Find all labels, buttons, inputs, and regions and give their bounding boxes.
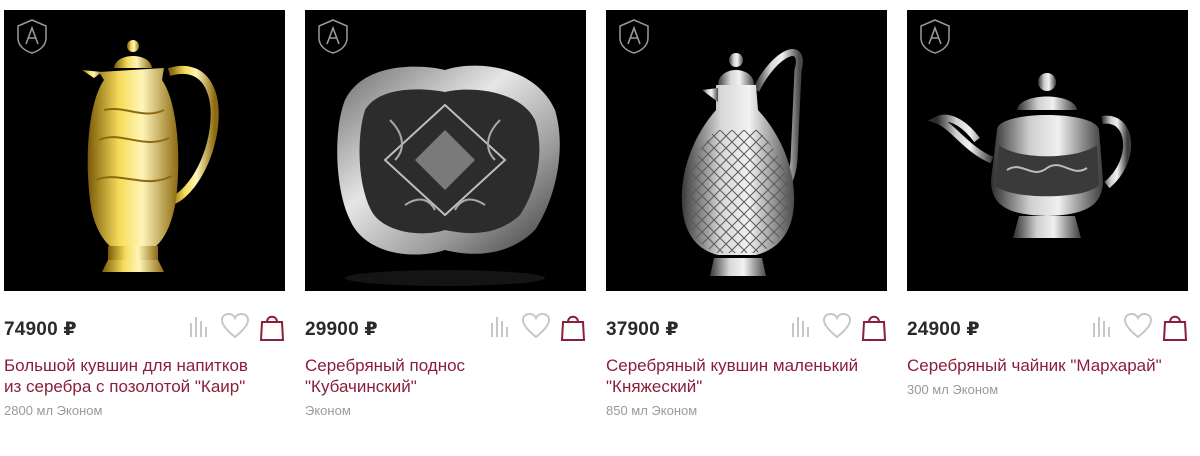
heart-icon[interactable] [521,312,551,339]
product-title-line-1[interactable]: Серебряный кувшин маленький [606,355,887,376]
heart-icon[interactable] [822,312,852,339]
shopping-bag-icon[interactable] [560,313,586,341]
product-image[interactable] [907,10,1188,291]
compare-icon[interactable] [189,313,207,339]
product-title-line-2[interactable]: из серебра с позолотой "Каир" [4,376,285,397]
compare-icon[interactable] [1092,313,1110,339]
product-title-line-1[interactable]: Большой кувшин для напитков [4,355,285,376]
product-subtitle: 850 мл Эконом [606,403,698,418]
product-title[interactable]: Серебряный кувшин маленький "Княжеский" [606,355,887,397]
shopping-bag-icon[interactable] [861,313,887,341]
compare-icon[interactable] [490,313,508,339]
heart-icon[interactable] [220,312,250,339]
brand-logo [318,19,348,54]
product-grid: 74900 ₽ Большой кувшин для напитков из с… [0,0,1200,456]
product-title[interactable]: Серебряный поднос "Кубачинский" [305,355,586,397]
compare-icon[interactable] [791,313,809,339]
product-card: 74900 ₽ Большой кувшин для напитков из с… [4,10,285,418]
shopping-bag-icon[interactable] [1162,313,1188,341]
product-title-line-2[interactable]: "Кубачинский" [305,376,586,397]
product-subtitle: Эконом [305,403,351,418]
brand-logo [920,19,950,54]
product-card: 24900 ₽ Серебряный чайник "Мархарай" 300… [907,10,1188,397]
product-image[interactable] [606,10,887,291]
heart-icon[interactable] [1123,312,1153,339]
product-price: 37900 ₽ [606,319,679,340]
product-card: 29900 ₽ Серебряный поднос "Кубачинский" … [305,10,586,418]
product-card: 37900 ₽ Серебряный кувшин маленький "Кня… [606,10,887,418]
product-title[interactable]: Серебряный чайник "Мархарай" [907,355,1188,376]
brand-logo [17,19,47,54]
product-price: 24900 ₽ [907,319,980,340]
product-image[interactable] [305,10,586,291]
product-price: 74900 ₽ [4,319,77,340]
product-title-line-2[interactable]: "Княжеский" [606,376,887,397]
product-price: 29900 ₽ [305,319,378,340]
product-title-line-1[interactable]: Серебряный поднос [305,355,586,376]
product-subtitle: 2800 мл Эконом [4,403,103,418]
brand-logo [619,19,649,54]
product-title[interactable]: Большой кувшин для напитков из серебра с… [4,355,285,397]
product-subtitle: 300 мл Эконом [907,382,999,397]
shopping-bag-icon[interactable] [259,313,285,341]
product-image[interactable] [4,10,285,291]
product-title-line-1[interactable]: Серебряный чайник "Мархарай" [907,355,1188,376]
